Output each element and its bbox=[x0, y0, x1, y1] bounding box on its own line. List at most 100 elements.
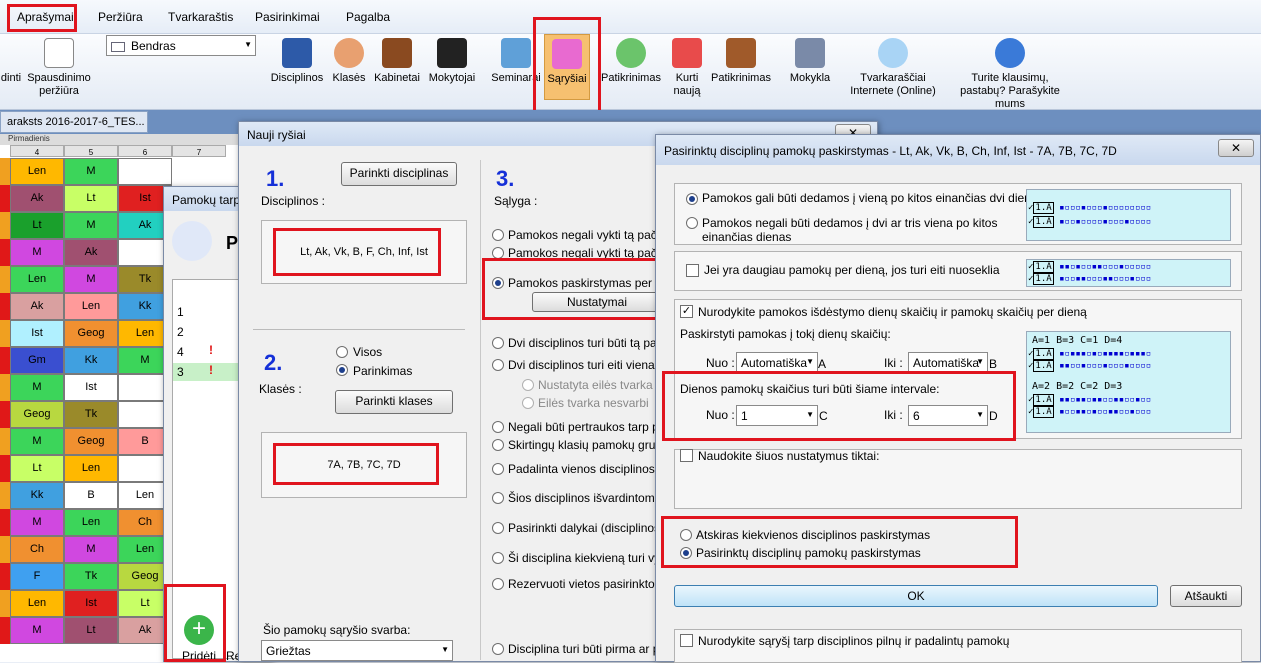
document-tab[interactable]: araksts 2016-2017-6_TES... bbox=[0, 111, 148, 133]
condition-radio[interactable] bbox=[522, 379, 534, 391]
teachers-button[interactable]: Mokytojai bbox=[424, 38, 480, 85]
checks-button[interactable]: Patikrinimas bbox=[706, 38, 776, 85]
choose-classes-button[interactable]: Parinkti klases bbox=[335, 390, 453, 414]
menu-tvarkarastis[interactable]: Tvarkaraštis bbox=[168, 10, 233, 24]
timetable-cell[interactable]: Tk bbox=[64, 401, 118, 428]
condition-radio[interactable] bbox=[492, 337, 504, 349]
menu-pagalba[interactable]: Pagalba bbox=[346, 10, 390, 24]
create-new-button[interactable]: Kurti naują bbox=[666, 38, 708, 98]
timetable-cell[interactable]: Lt bbox=[10, 455, 64, 482]
menu-pasirinkimai[interactable]: Pasirinkimai bbox=[255, 10, 320, 24]
condition-radio[interactable] bbox=[492, 359, 504, 371]
timetable-cell[interactable]: Gm bbox=[10, 347, 64, 374]
condition-label: Eilės tvarka nesvarbi bbox=[538, 396, 649, 410]
timetable-cell[interactable]: Len bbox=[10, 266, 64, 293]
highlight-menu bbox=[7, 4, 77, 32]
timetable-cell[interactable]: F bbox=[10, 563, 64, 590]
classes-button[interactable]: Klasės bbox=[330, 38, 368, 85]
timetable-cell[interactable]: Kk bbox=[64, 347, 118, 374]
condition-label: Dvi disciplinos turi eiti viena po bbox=[508, 358, 672, 372]
timetable-cell[interactable]: Len bbox=[10, 158, 64, 185]
school-button[interactable]: Mokykla bbox=[782, 38, 838, 85]
timetable-cell[interactable]: B bbox=[64, 482, 118, 509]
timetable-cell[interactable]: Geog bbox=[64, 428, 118, 455]
timetable-cell[interactable]: M bbox=[10, 428, 64, 455]
timetable-cell[interactable]: Lt bbox=[10, 212, 64, 239]
timetable-cell[interactable]: Ist bbox=[10, 320, 64, 347]
timetable-cell[interactable]: M bbox=[10, 617, 64, 644]
list-item[interactable]: 2 bbox=[177, 325, 184, 339]
timetable-cell[interactable]: M bbox=[64, 158, 118, 185]
menu-bar: Aprašymai Peržiūra Tvarkaraštis Pasirink… bbox=[0, 0, 1261, 34]
to-days-select[interactable]: Automatiška bbox=[908, 352, 988, 373]
close-icon[interactable]: ✕ bbox=[1218, 139, 1254, 157]
list-item[interactable]: 3 bbox=[177, 365, 184, 379]
all-classes-radio[interactable] bbox=[336, 346, 348, 358]
warning-icon: ! bbox=[209, 363, 213, 377]
choose-classes-radio[interactable] bbox=[336, 364, 348, 376]
condition-radio[interactable] bbox=[492, 439, 504, 451]
timetable-cell[interactable]: Len bbox=[10, 590, 64, 617]
questions-button[interactable]: Turite klausimų, pastabų? Parašykite mum… bbox=[952, 38, 1068, 111]
timetable-cell[interactable]: M bbox=[64, 266, 118, 293]
consecutive-checkbox[interactable] bbox=[686, 264, 699, 277]
condition-radio[interactable] bbox=[492, 578, 504, 590]
timetable-cell[interactable]: M bbox=[10, 239, 64, 266]
timetable-cell[interactable]: Len bbox=[64, 293, 118, 320]
cancel-button[interactable]: Atšaukti bbox=[1170, 585, 1242, 607]
timetable-cell[interactable]: M bbox=[10, 509, 64, 536]
timetable-cell[interactable]: M bbox=[64, 536, 118, 563]
print-button[interactable]: dinti bbox=[0, 72, 22, 85]
relation-checkbox[interactable] bbox=[680, 634, 693, 647]
to-label: Iki : bbox=[884, 356, 903, 370]
condition-radio[interactable] bbox=[522, 397, 534, 409]
timetable-cell[interactable]: Ch bbox=[10, 536, 64, 563]
no-consecutive-days-radio[interactable] bbox=[686, 217, 698, 229]
siren-icon bbox=[672, 38, 702, 68]
list-item[interactable]: 4 bbox=[177, 345, 184, 359]
check-button[interactable]: Patikrinimas bbox=[598, 38, 664, 85]
specify-checkbox[interactable]: ✓ bbox=[680, 305, 693, 318]
condition-radio[interactable] bbox=[492, 492, 504, 504]
timetable-cell[interactable]: Geog bbox=[10, 401, 64, 428]
consecutive-days-radio[interactable] bbox=[686, 193, 698, 205]
timetable-cell[interactable]: Ak bbox=[10, 293, 64, 320]
condition-radio[interactable] bbox=[492, 229, 504, 241]
condition-radio[interactable] bbox=[492, 421, 504, 433]
timetable-cell[interactable]: Tk bbox=[64, 563, 118, 590]
condition-label: Pasirinkti dalykai (disciplinos) p bbox=[508, 521, 675, 535]
column-header: 5 bbox=[64, 145, 118, 157]
timetable-cell[interactable] bbox=[118, 158, 172, 185]
choose-disciplines-button[interactable]: Parinkti disciplinas bbox=[341, 162, 457, 186]
timetable-cell[interactable]: Lt bbox=[64, 617, 118, 644]
online-button[interactable]: Tvarkaraščiai Internete (Online) bbox=[840, 38, 946, 98]
disciplines-button[interactable]: Disciplinos bbox=[266, 38, 328, 85]
condition-radio[interactable] bbox=[492, 463, 504, 475]
timetable-cell[interactable]: Kk bbox=[10, 482, 64, 509]
timetable-cell[interactable]: M bbox=[10, 374, 64, 401]
consecutive-label: Jei yra daugiau pamokų per dieną, jos tu… bbox=[704, 263, 1000, 277]
list-item[interactable]: 1 bbox=[177, 305, 184, 319]
condition-radio[interactable] bbox=[492, 643, 504, 655]
timetable-cell[interactable]: Lt bbox=[64, 185, 118, 212]
timetable-cell[interactable]: Len bbox=[64, 455, 118, 482]
timetable-cell[interactable]: Len bbox=[64, 509, 118, 536]
condition-radio[interactable] bbox=[492, 552, 504, 564]
from-label: Nuo : bbox=[706, 356, 735, 370]
menu-perziura[interactable]: Peržiūra bbox=[98, 10, 143, 24]
timetable-cell[interactable]: Ist bbox=[64, 590, 118, 617]
timetable-cell[interactable]: Ak bbox=[64, 239, 118, 266]
from-days-select[interactable]: Automatiška bbox=[736, 352, 818, 373]
condition-label: Skirtingų klasių pamokų grupė t bbox=[508, 438, 676, 452]
ok-button[interactable]: OK bbox=[674, 585, 1158, 607]
timetable-cell[interactable]: Geog bbox=[64, 320, 118, 347]
timetable-cell[interactable]: Ist bbox=[64, 374, 118, 401]
print-preview-button[interactable]: Spausdinimo peržiūra bbox=[24, 38, 94, 98]
view-select[interactable]: Bendras bbox=[106, 35, 256, 56]
condition-radio[interactable] bbox=[492, 522, 504, 534]
use-only-checkbox[interactable] bbox=[680, 449, 693, 462]
timetable-cell[interactable]: M bbox=[64, 212, 118, 239]
timetable-cell[interactable]: Ak bbox=[10, 185, 64, 212]
weight-select[interactable]: Griežtas bbox=[261, 640, 453, 661]
rooms-button[interactable]: Kabinetai bbox=[370, 38, 424, 85]
